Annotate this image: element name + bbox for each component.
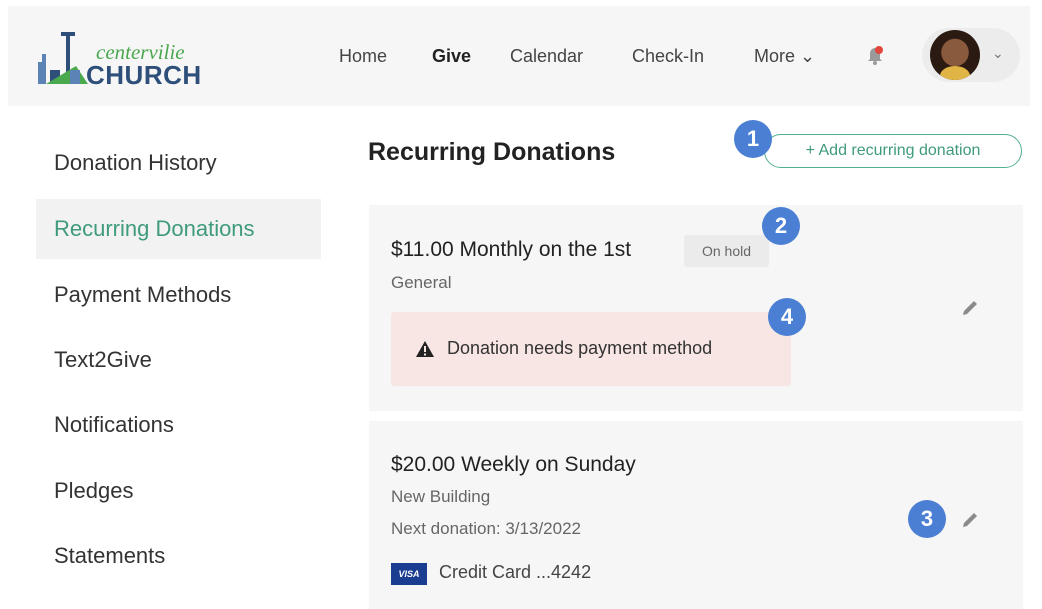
sidebar-item-donation-history[interactable]: Donation History (36, 133, 321, 193)
sidebar-item-statements[interactable]: Statements (36, 526, 321, 586)
sidebar-item-notifications[interactable]: Notifications (36, 395, 321, 455)
payment-method-text: Credit Card ...4242 (439, 562, 592, 582)
sidebar-item-text2give[interactable]: Text2Give (36, 330, 321, 390)
visa-card-icon: VISA (391, 563, 427, 585)
recurring-donation-card[interactable]: $11.00 Monthly on the 1st On hold Genera… (369, 205, 1023, 411)
chevron-down-icon: ⌄ (992, 45, 1004, 61)
nav-check-in[interactable]: Check-In (632, 46, 704, 67)
logo-text-bottom: CHURCH (86, 60, 202, 90)
pencil-icon[interactable] (959, 509, 981, 531)
donation-amount: $20.00 Weekly on Sunday (391, 453, 636, 476)
donation-amount: $11.00 Monthly on the 1st (391, 238, 632, 261)
page-title: Recurring Donations (368, 138, 616, 166)
callout-marker: 1 (734, 120, 772, 158)
donation-fund: New Building (391, 487, 491, 506)
donation-fund: General (391, 273, 452, 292)
callout-marker: 4 (768, 298, 806, 336)
warning-triangle-icon (416, 341, 434, 357)
pencil-icon[interactable] (959, 297, 981, 319)
top-header: centervilie CHURCH Home Give Calendar Ch… (8, 6, 1030, 106)
nav-calendar[interactable]: Calendar (510, 46, 583, 67)
next-donation-date: Next donation: 3/13/2022 (391, 519, 581, 538)
callout-marker: 3 (908, 500, 946, 538)
sidebar-item-pledges[interactable]: Pledges (36, 461, 321, 521)
user-menu[interactable]: ⌄ (922, 28, 1020, 82)
bell-icon[interactable] (864, 44, 886, 66)
nav-give[interactable]: Give (432, 46, 471, 67)
callout-marker: 2 (762, 207, 800, 245)
avatar (930, 30, 980, 80)
warning-text: Donation needs payment method (447, 338, 713, 358)
sidebar-item-payment-methods[interactable]: Payment Methods (36, 265, 321, 325)
nav-more[interactable]: More ⌄ (754, 46, 815, 67)
nav-home[interactable]: Home (339, 46, 387, 67)
add-recurring-donation-button[interactable]: + Add recurring donation (764, 134, 1022, 168)
church-logo[interactable]: centervilie CHURCH (36, 18, 216, 90)
payment-warning[interactable]: Donation needs payment method (391, 312, 791, 386)
sidebar-item-recurring-donations[interactable]: Recurring Donations (36, 199, 321, 259)
status-badge: On hold (684, 235, 769, 267)
